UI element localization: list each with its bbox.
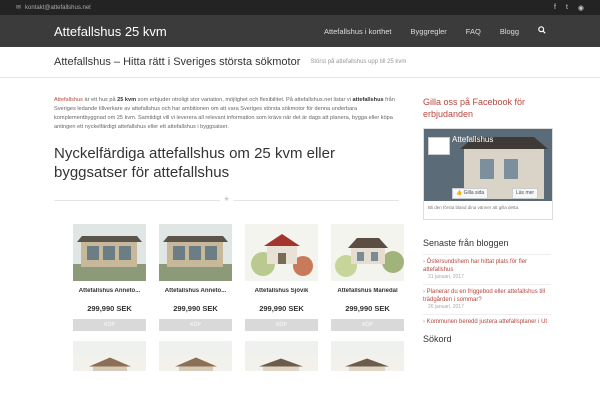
list-item: Östersundshem har hittat plats för fler … — [423, 254, 551, 284]
product-card[interactable] — [331, 341, 404, 371]
facebook-cover[interactable]: Attefallshus 👍 Gilla sida Läs mer — [424, 129, 552, 201]
facebook-widget[interactable]: Attefallshus 👍 Gilla sida Läs mer Bli de… — [423, 128, 553, 220]
product-image[interactable] — [245, 224, 318, 281]
intro-link[interactable]: Attefallshus — [54, 97, 83, 103]
product-price: 299,990 SEK — [173, 304, 218, 313]
star-icon: ★ — [219, 195, 234, 203]
facebook-heading: Gilla oss på Facebook för erbjudanden — [423, 97, 526, 119]
nav-item-korthet[interactable]: Attefallshus i korthet — [324, 27, 392, 36]
email-text: kontakt@attefallshus.net — [25, 4, 91, 11]
product-name[interactable]: Attefallshus Anneto... — [159, 288, 232, 294]
facebook-like-button[interactable]: 👍 Gilla sida — [452, 188, 489, 199]
product-image[interactable] — [73, 224, 146, 281]
search-heading: Sökord — [423, 334, 452, 344]
list-item: Planerar du en friggebod eller attefalls… — [423, 284, 551, 314]
product-price: 299,990 SEK — [87, 304, 132, 313]
list-item: Kommunen beredd justera attefallsplaner … — [423, 314, 551, 330]
social-links: f t ◉ — [554, 4, 584, 12]
product-image[interactable] — [245, 341, 318, 371]
product-card[interactable] — [245, 341, 318, 371]
product-card[interactable]: Attefallshus Anneto... 299,990 SEK KÖP — [73, 224, 146, 331]
buy-button[interactable]: KÖP — [159, 319, 232, 331]
product-grid-row-2 — [73, 341, 404, 371]
product-name[interactable]: Attefallshus Sjövik — [245, 288, 318, 294]
product-image[interactable] — [159, 341, 232, 371]
blog-post-date: 26 januari, 2017 — [428, 304, 464, 310]
twitter-icon[interactable]: t — [566, 4, 568, 12]
intro-text: Attefallshus är ett hus på 25 kvm som er… — [54, 97, 395, 130]
product-name[interactable]: Attefallshus Mariedal — [331, 288, 404, 294]
product-image[interactable] — [331, 341, 404, 371]
blog-post-link[interactable]: Östersundshem har hittat plats för fler … — [423, 258, 551, 274]
page-title: Attefallshus – Hitta rätt i Sveriges stö… — [54, 56, 301, 68]
product-card[interactable] — [73, 341, 146, 371]
buy-button[interactable]: KÖP — [245, 319, 318, 331]
product-grid: Attefallshus Anneto... 299,990 SEK KÖP A… — [73, 224, 404, 331]
blog-post-link[interactable]: Planerar du en friggebod eller attefalls… — [423, 288, 551, 304]
facebook-page-logo[interactable] — [428, 137, 450, 155]
rss-icon[interactable]: ◉ — [578, 4, 584, 12]
facebook-icon[interactable]: f — [554, 4, 556, 12]
buy-button[interactable]: KÖP — [73, 319, 146, 331]
facebook-footnote: Bli den första bland dina vänner att gil… — [428, 205, 520, 210]
topbar: ✉ kontakt@attefallshus.net f t ◉ — [0, 0, 600, 15]
product-image[interactable] — [331, 224, 404, 281]
nav-item-byggregler[interactable]: Byggregler — [411, 27, 447, 36]
blog-post-link[interactable]: Kommunen beredd justera attefallsplaner … — [423, 318, 551, 326]
site-header: Attefallshus 25 kvm Attefallshus i korth… — [0, 15, 600, 47]
page-subtitle: Störst på attefallshus upp till 25 kvm — [310, 59, 407, 65]
product-card[interactable]: Attefallshus Mariedal 299,990 SEK KÖP — [331, 224, 404, 331]
envelope-icon: ✉ — [16, 5, 22, 11]
facebook-more-button[interactable]: Läs mer — [512, 188, 539, 199]
section-title: Nyckelfärdiga attefallshus om 25 kvm ell… — [54, 145, 335, 181]
product-card[interactable] — [159, 341, 232, 371]
divider: ★ — [54, 195, 399, 203]
buy-button[interactable]: KÖP — [331, 319, 404, 331]
nav-item-blogg[interactable]: Blogg — [500, 27, 519, 36]
main-column: Attefallshus är ett hus på 25 kvm som er… — [54, 96, 404, 371]
blog-list: Östersundshem har hittat plats för fler … — [423, 254, 551, 330]
thumbs-up-icon: 👍 — [456, 190, 464, 196]
site-logo[interactable]: Attefallshus 25 kvm — [54, 24, 167, 39]
blog-post-date: 31 januari, 2017 — [428, 274, 464, 280]
product-price: 299,990 SEK — [259, 304, 304, 313]
product-name[interactable]: Attefallshus Anneto... — [73, 288, 146, 294]
search-icon[interactable] — [538, 26, 546, 36]
blog-heading: Senaste från bloggen — [423, 238, 509, 248]
product-price: 299,990 SEK — [345, 304, 390, 313]
page-titlebar: Attefallshus – Hitta rätt i Sveriges stö… — [0, 47, 600, 78]
main-nav: Attefallshus i korthet Byggregler FAQ Bl… — [305, 26, 546, 36]
product-image[interactable] — [159, 224, 232, 281]
product-card[interactable]: Attefallshus Sjövik 299,990 SEK KÖP — [245, 224, 318, 331]
facebook-page-name[interactable]: Attefallshus — [452, 135, 493, 144]
product-card[interactable]: Attefallshus Anneto... 299,990 SEK KÖP — [159, 224, 232, 331]
contact-email[interactable]: ✉ kontakt@attefallshus.net — [16, 4, 91, 12]
product-image[interactable] — [73, 341, 146, 371]
nav-item-faq[interactable]: FAQ — [466, 27, 481, 36]
page-content: Attefallshus är ett hus på 25 kvm som er… — [0, 78, 600, 400]
sidebar: Gilla oss på Facebook för erbjudanden At… — [423, 96, 553, 344]
